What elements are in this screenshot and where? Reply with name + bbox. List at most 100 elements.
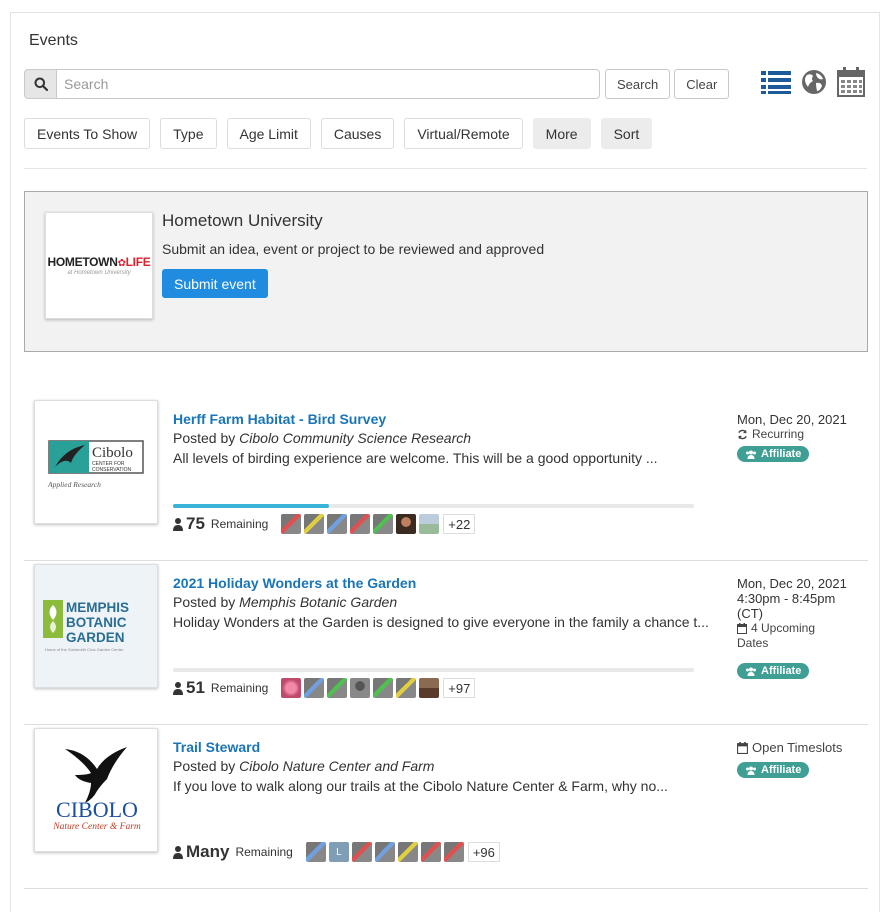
- avatar[interactable]: [305, 842, 326, 862]
- filter-type[interactable]: Type: [160, 118, 217, 149]
- avatar[interactable]: [374, 842, 395, 862]
- group-icon: [746, 667, 756, 676]
- organization-link[interactable]: Cibolo Community Science Research: [239, 430, 471, 446]
- event-schedule: Open Timeslots Affiliate: [737, 740, 842, 778]
- event-date: Mon, Dec 20, 2021: [737, 412, 847, 427]
- progress-bar: [173, 504, 694, 508]
- event-date: Mon, Dec 20, 2021: [737, 576, 847, 591]
- logo-text-conservation: CONSERVATION: [92, 467, 132, 473]
- open-timeslots: Open Timeslots: [737, 740, 842, 755]
- logo-text-cibolo: CIBOLO: [56, 797, 138, 822]
- person-icon: [173, 845, 183, 859]
- search-icon[interactable]: [24, 69, 56, 99]
- posted-prefix: Posted by: [173, 758, 240, 774]
- filter-more[interactable]: More: [532, 118, 591, 149]
- avatar[interactable]: [419, 678, 440, 698]
- avatar[interactable]: [281, 514, 302, 534]
- sort-button[interactable]: Sort: [600, 118, 653, 149]
- avatar[interactable]: [396, 678, 417, 698]
- event-logo[interactable]: CIBOLO Nature Center & Farm: [34, 728, 158, 852]
- filter-causes[interactable]: Causes: [320, 118, 395, 149]
- remaining-count: 75 Remaining +22: [173, 514, 476, 534]
- filter-events-to-show[interactable]: Events To Show: [24, 118, 151, 149]
- affiliate-badge: Affiliate: [737, 762, 810, 778]
- affiliate-badge: Affiliate: [737, 663, 810, 679]
- more-volunteers[interactable]: +96: [467, 842, 500, 862]
- avatar[interactable]: [443, 842, 464, 862]
- event-logo[interactable]: Cibolo CENTER FOR CONSERVATION Applied R…: [34, 400, 158, 524]
- person-icon: [173, 517, 183, 531]
- remaining-label: Remaining: [210, 681, 269, 695]
- event-logo[interactable]: MEMPHIS BOTANIC GARDEN Home of the Golds…: [34, 564, 158, 688]
- volunteer-avatars: +97: [281, 678, 476, 698]
- hometown-life-logo: HOMETOWN✿LIFE at Hometown University: [45, 212, 153, 319]
- filter-age-limit[interactable]: Age Limit: [226, 118, 311, 149]
- upcoming-count: 4 Upcoming: [751, 621, 816, 635]
- upcoming-label: Dates: [737, 636, 769, 650]
- event-title[interactable]: Herff Farm Habitat - Bird Survey: [173, 411, 386, 427]
- avatar[interactable]: [350, 514, 371, 534]
- event-title[interactable]: Trail Steward: [173, 739, 260, 755]
- group-icon: [746, 766, 756, 775]
- event-description: All levels of birding experience are wel…: [173, 450, 658, 466]
- avatar[interactable]: [397, 842, 418, 862]
- filter-virtual-remote[interactable]: Virtual/Remote: [404, 118, 523, 149]
- calendar-small-icon: [737, 741, 748, 754]
- events-panel: Events Search Clear: [10, 12, 880, 912]
- avatar[interactable]: L: [328, 842, 349, 862]
- posted-prefix: Posted by: [173, 594, 240, 610]
- avatar[interactable]: [350, 678, 371, 698]
- globe-icon[interactable]: [801, 69, 827, 98]
- search-button[interactable]: Search: [605, 69, 671, 99]
- clear-button[interactable]: Clear: [674, 69, 730, 99]
- event-title[interactable]: 2021 Holiday Wonders at the Garden: [173, 575, 416, 591]
- event-timezone: (CT): [737, 606, 763, 621]
- avatar[interactable]: [327, 678, 348, 698]
- search-input[interactable]: [56, 69, 600, 99]
- avatar[interactable]: [304, 678, 325, 698]
- submit-event-button[interactable]: Submit event: [162, 269, 268, 298]
- search-bar: Search Clear: [24, 69, 730, 99]
- organization-link[interactable]: Cibolo Nature Center and Farm: [239, 758, 434, 774]
- logo-text-garden: GARDEN: [66, 630, 125, 645]
- avatar[interactable]: [281, 678, 302, 698]
- logo-text-nature: Nature Center & Farm: [52, 822, 141, 832]
- event-posted-by: Posted by Memphis Botanic Garden: [173, 594, 397, 610]
- more-volunteers[interactable]: +97: [443, 678, 476, 698]
- page-title: Events: [29, 32, 78, 49]
- event-posted-by: Posted by Cibolo Nature Center and Farm: [173, 758, 434, 774]
- refresh-icon: [738, 429, 747, 440]
- remaining-count: Many Remaining L +96: [173, 842, 500, 862]
- more-volunteers[interactable]: +22: [443, 514, 476, 534]
- upcoming-dates: 4 Upcoming: [737, 621, 847, 636]
- organization-name: Hometown University: [162, 211, 323, 230]
- calendar-icon[interactable]: [837, 67, 865, 100]
- group-icon: [746, 450, 756, 459]
- remaining-number: 51: [186, 678, 205, 697]
- avatar[interactable]: [419, 514, 440, 534]
- avatar[interactable]: [396, 514, 417, 534]
- avatar[interactable]: [351, 842, 372, 862]
- progress-fill: [173, 504, 330, 508]
- progress-bar: [173, 668, 694, 672]
- logo-accent-text: LIFE: [125, 255, 151, 269]
- badge-label: Affiliate: [761, 664, 802, 677]
- event-posted-by: Posted by Cibolo Community Science Resea…: [173, 430, 471, 446]
- list-view-icon[interactable]: [761, 69, 791, 98]
- logo-text-memphis: MEMPHIS: [66, 600, 129, 615]
- remaining-label: Remaining: [210, 517, 269, 531]
- event-schedule: Mon, Dec 20, 2021 4:30pm - 8:45pm (CT) 4…: [737, 576, 847, 679]
- avatar[interactable]: [373, 678, 394, 698]
- logo-main-text: HOMETOWN: [47, 255, 118, 269]
- posted-prefix: Posted by: [173, 430, 240, 446]
- avatar[interactable]: [327, 514, 348, 534]
- remaining-number: 75: [186, 514, 205, 533]
- divider: [24, 168, 867, 169]
- remaining-count: 51 Remaining +97: [173, 678, 476, 698]
- avatar[interactable]: [373, 514, 394, 534]
- avatar[interactable]: [304, 514, 325, 534]
- avatar[interactable]: [420, 842, 441, 862]
- organization-link[interactable]: Memphis Botanic Garden: [239, 594, 397, 610]
- divider: [24, 724, 868, 725]
- remaining-label: Remaining: [235, 845, 293, 859]
